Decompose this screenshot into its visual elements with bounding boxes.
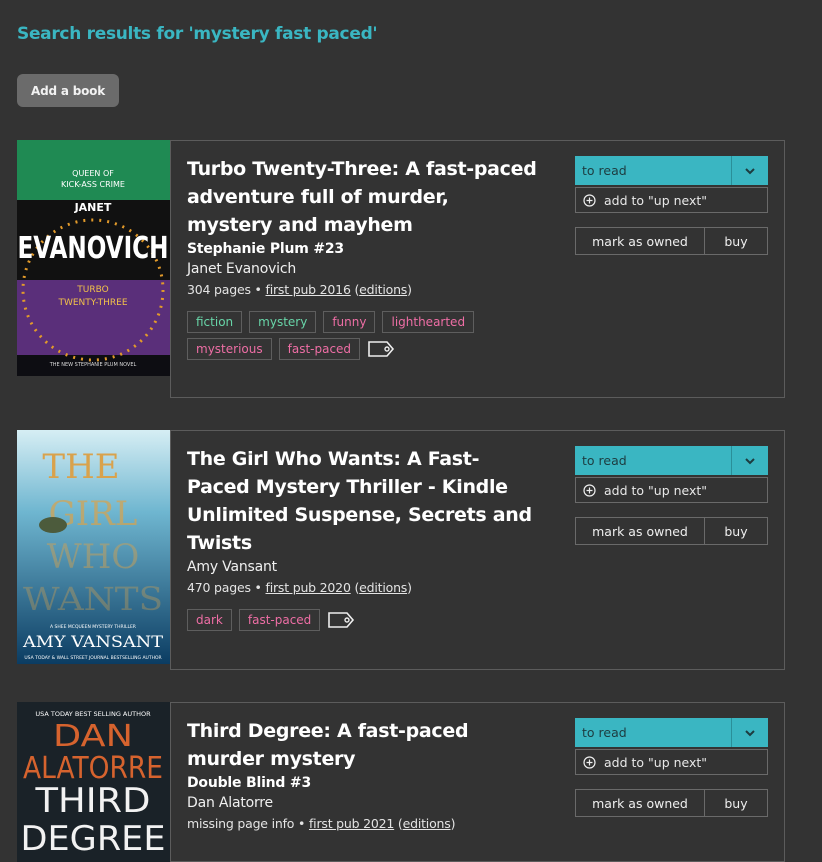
book-card: QUEEN OF KICK-ASS CRIME JANET EVANOVICH … <box>17 140 785 398</box>
book-title[interactable]: The Girl Who Wants: A Fast-Paced Mystery… <box>187 445 537 557</box>
add-up-next-button[interactable]: add to "up next" <box>575 187 768 213</box>
book-card: THE GIRL WHO WANTS A SHEE MCQUEEN MYSTER… <box>17 430 785 670</box>
book-author[interactable]: Janet Evanovich <box>187 259 537 279</box>
editions-link[interactable]: editions <box>359 282 407 297</box>
cover-text: THIRD <box>34 781 150 821</box>
tag-list: dark fast-paced <box>187 609 487 631</box>
cover-text: THE <box>42 447 119 487</box>
tag[interactable]: fast-paced <box>238 609 321 631</box>
book-cover[interactable]: QUEEN OF KICK-ASS CRIME JANET EVANOVICH … <box>17 140 170 376</box>
up-next-label: add to "up next" <box>604 754 708 770</box>
status-dropdown[interactable]: to read <box>575 156 732 185</box>
cover-text: WANTS <box>23 580 163 618</box>
cover-text: A SHEE MCQUEEN MYSTERY THRILLER <box>50 624 136 630</box>
first-pub-link[interactable]: first pub 2021 <box>309 816 394 831</box>
editions-link[interactable]: editions <box>403 816 451 831</box>
book-series[interactable]: Double Blind #3 <box>187 773 537 793</box>
book-meta: 470 pages • first pub 2020 (editions) <box>187 580 412 595</box>
mark-owned-button[interactable]: mark as owned <box>576 790 705 816</box>
cover-text: USA TODAY BEST SELLING AUTHOR <box>35 710 151 718</box>
tag[interactable]: fast-paced <box>278 338 361 360</box>
cover-text: WHO <box>47 537 139 577</box>
separator: • <box>254 580 262 595</box>
book-title[interactable]: Turbo Twenty-Three: A fast-paced adventu… <box>187 155 537 239</box>
page-title: Search results for 'mystery fast paced' <box>17 24 378 44</box>
book-author[interactable]: Amy Vansant <box>187 557 537 577</box>
cover-text: EVANOVICH <box>18 231 169 266</box>
book-title[interactable]: Third Degree: A fast-paced murder myster… <box>187 717 537 773</box>
page-count: 304 pages <box>187 282 251 297</box>
status-dropdown[interactable]: to read <box>575 718 732 747</box>
tag[interactable]: funny <box>323 311 376 333</box>
plus-circle-icon <box>583 755 596 769</box>
book-meta: missing page info • first pub 2021 (edit… <box>187 816 456 831</box>
shelf-actions: to read add to "up next" mark as owned b… <box>575 156 768 255</box>
tag[interactable]: dark <box>187 609 232 631</box>
buy-button[interactable]: buy <box>705 790 767 816</box>
chevron-down-icon[interactable] <box>732 156 768 185</box>
cover-text: AMY VANSANT <box>22 632 163 651</box>
first-pub-link[interactable]: first pub 2020 <box>266 580 351 595</box>
separator: • <box>254 282 262 297</box>
tag-list: fiction mystery funny lighthearted myste… <box>187 311 487 360</box>
editions-link[interactable]: editions <box>359 580 407 595</box>
cover-text: QUEEN OF <box>72 169 114 178</box>
status-dropdown[interactable]: to read <box>575 446 732 475</box>
cover-text: TWENTY-THREE <box>57 298 127 308</box>
tag[interactable]: mysterious <box>187 338 272 360</box>
add-up-next-button[interactable]: add to "up next" <box>575 477 768 503</box>
book-author[interactable]: Dan Alatorre <box>187 793 537 813</box>
book-meta: 304 pages • first pub 2016 (editions) <box>187 282 412 297</box>
tag-icon[interactable] <box>367 340 395 358</box>
book-series[interactable]: Stephanie Plum #23 <box>187 239 537 259</box>
page-count: missing page info <box>187 816 295 831</box>
book-cover[interactable]: USA TODAY BEST SELLING AUTHOR DAN ALATOR… <box>17 702 170 862</box>
tag[interactable]: mystery <box>249 311 317 333</box>
plus-circle-icon <box>583 483 596 497</box>
chevron-down-icon[interactable] <box>732 718 768 747</box>
cover-text: DAN <box>53 719 133 754</box>
shelf-actions: to read add to "up next" mark as owned b… <box>575 718 768 817</box>
first-pub-link[interactable]: first pub 2016 <box>266 282 351 297</box>
mark-owned-button[interactable]: mark as owned <box>576 518 705 544</box>
mark-owned-button[interactable]: mark as owned <box>576 228 705 254</box>
chevron-down-icon[interactable] <box>732 446 768 475</box>
shelf-actions: to read add to "up next" mark as owned b… <box>575 446 768 545</box>
cover-text: KICK-ASS CRIME <box>61 180 125 189</box>
plus-circle-icon <box>583 193 596 207</box>
tag[interactable]: lighthearted <box>382 311 475 333</box>
up-next-label: add to "up next" <box>604 192 708 208</box>
cover-text: DEGREE <box>21 819 166 859</box>
cover-text: USA TODAY & WALL STREET JOURNAL BESTSELL… <box>24 655 161 661</box>
cover-text: THE NEW STEPHANIE PLUM NOVEL <box>49 362 137 368</box>
separator: • <box>298 816 306 831</box>
book-card: USA TODAY BEST SELLING AUTHOR DAN ALATOR… <box>17 702 785 862</box>
buy-button[interactable]: buy <box>705 228 767 254</box>
page-count: 470 pages <box>187 580 251 595</box>
add-book-button[interactable]: Add a book <box>17 74 119 107</box>
tag[interactable]: fiction <box>187 311 243 333</box>
cover-text: JANET <box>74 201 112 214</box>
cover-text: TURBO <box>76 285 108 295</box>
add-up-next-button[interactable]: add to "up next" <box>575 749 768 775</box>
buy-button[interactable]: buy <box>705 518 767 544</box>
tag-icon[interactable] <box>327 611 355 629</box>
book-cover[interactable]: THE GIRL WHO WANTS A SHEE MCQUEEN MYSTER… <box>17 430 170 664</box>
up-next-label: add to "up next" <box>604 482 708 498</box>
